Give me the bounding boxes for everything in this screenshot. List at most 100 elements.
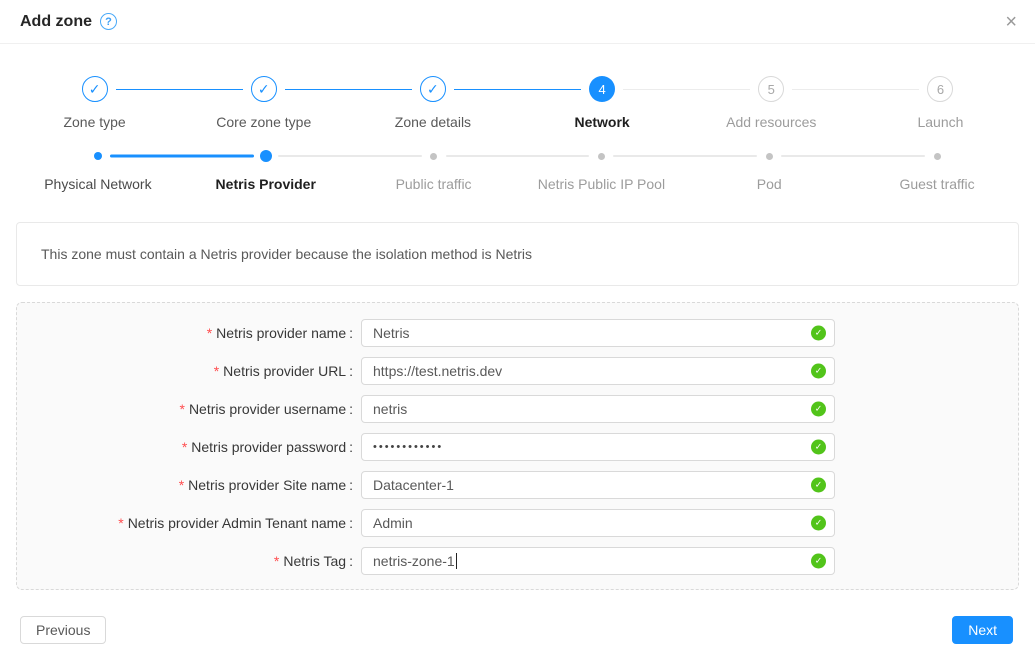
substep-label: Netris Public IP Pool <box>538 174 665 194</box>
wizard-step-core-zone-type: ✓ Core zone type <box>179 76 348 132</box>
form-row-netris-provider-site-name: *Netris provider Site name: Datacenter-1… <box>17 471 1018 499</box>
field-label-text: Netris provider Site name <box>188 477 346 493</box>
page-title: Add zone <box>20 13 92 31</box>
substep-netris-public-ip-pool: Netris Public IP Pool <box>517 150 685 194</box>
substep-label: Guest traffic <box>899 174 974 194</box>
input-value: netris <box>373 401 407 417</box>
zone-form-card: *Netris provider name: Netris ✓ *Netris … <box>16 302 1019 590</box>
netris-provider-name-input[interactable]: Netris ✓ <box>361 319 835 347</box>
field-label: *Netris provider password: <box>17 433 353 461</box>
netris-provider-admin-tenant-name-input[interactable]: Admin ✓ <box>361 509 835 537</box>
field-label: *Netris provider Admin Tenant name: <box>17 509 353 537</box>
input-value: Datacenter-1 <box>373 477 454 493</box>
wizard-step-zone-details: ✓ Zone details <box>348 76 517 132</box>
field-colon: : <box>349 325 353 341</box>
substep-label: Pod <box>757 174 782 194</box>
substep-netris-provider: Netris Provider <box>182 150 350 194</box>
input-value: Admin <box>373 515 413 531</box>
field-label-text: Netris provider Admin Tenant name <box>128 515 346 531</box>
text-caret <box>456 553 457 569</box>
field-colon: : <box>349 515 353 531</box>
validation-success-icon: ✓ <box>811 554 826 569</box>
step-number: 6 <box>927 76 953 102</box>
step-number: 4 <box>589 76 615 102</box>
field-label: *Netris provider Site name: <box>17 471 353 499</box>
step-label: Core zone type <box>216 112 311 132</box>
substep-dot-wrap <box>598 150 605 162</box>
field-label: *Netris provider name: <box>17 319 353 347</box>
input-value-masked: •••••••••••• <box>373 441 443 453</box>
check-glyph: ✓ <box>815 518 823 529</box>
required-marker: * <box>214 363 219 379</box>
wizard-step-zone-type: ✓ Zone type <box>10 76 179 132</box>
input-value: netris-zone-1 <box>373 553 455 569</box>
step-label: Launch <box>917 112 963 132</box>
form-row-netris-provider-username: *Netris provider username: netris ✓ <box>17 395 1018 423</box>
help-icon[interactable]: ? <box>100 13 117 30</box>
close-icon[interactable]: × <box>1005 12 1017 32</box>
field-label-text: Netris provider URL <box>223 363 346 379</box>
netris-provider-password-input[interactable]: •••••••••••• ✓ <box>361 433 835 461</box>
substep-label: Public traffic <box>396 174 472 194</box>
check-glyph: ✓ <box>815 328 823 339</box>
input-value: Netris <box>373 325 410 341</box>
wizard-step-network: 4 Network <box>518 76 687 132</box>
substep-dot <box>766 153 773 160</box>
form-row-netris-provider-admin-tenant-name: *Netris provider Admin Tenant name: Admi… <box>17 509 1018 537</box>
substep-label: Netris Provider <box>216 174 316 194</box>
step-label: Zone details <box>395 112 471 132</box>
notice-text: This zone must contain a Netris provider… <box>41 246 532 262</box>
field-label-text: Netris provider name <box>216 325 346 341</box>
validation-success-icon: ✓ <box>811 402 826 417</box>
substep-pod: Pod <box>685 150 853 194</box>
check-glyph: ✓ <box>89 81 101 98</box>
step-check-icon: ✓ <box>420 76 446 102</box>
field-colon: : <box>349 553 353 569</box>
form-row-netris-provider-name: *Netris provider name: Netris ✓ <box>17 319 1018 347</box>
check-glyph: ✓ <box>815 404 823 415</box>
step-label: Zone type <box>63 112 125 132</box>
validation-success-icon: ✓ <box>811 364 826 379</box>
substep-dot-wrap <box>260 150 272 162</box>
substep-dot <box>430 153 437 160</box>
wizard-step-launch: 6 Launch <box>856 76 1025 132</box>
substep-label: Physical Network <box>44 174 151 194</box>
network-substeps: Physical Network Netris Provider Public … <box>0 150 1035 194</box>
required-marker: * <box>274 553 279 569</box>
substep-guest-traffic: Guest traffic <box>853 150 1021 194</box>
substep-dot <box>94 152 102 160</box>
field-label-text: Netris Tag <box>283 553 346 569</box>
field-label: *Netris Tag: <box>17 547 353 575</box>
substep-physical-network: Physical Network <box>14 150 182 194</box>
substep-dot-wrap <box>94 150 102 162</box>
required-marker: * <box>207 325 212 341</box>
check-glyph: ✓ <box>815 556 823 567</box>
help-icon-glyph: ? <box>105 16 112 28</box>
substep-dot-wrap <box>766 150 773 162</box>
netris-provider-url-input[interactable]: https://test.netris.dev ✓ <box>361 357 835 385</box>
add-zone-modal: Add zone ? × ✓ Zone type ✓ Core zone typ… <box>0 0 1035 644</box>
netris-tag-input[interactable]: netris-zone-1 ✓ <box>361 547 835 575</box>
input-value: https://test.netris.dev <box>373 363 502 379</box>
substep-dot-wrap <box>934 150 941 162</box>
check-glyph: ✓ <box>427 81 439 98</box>
netris-provider-username-input[interactable]: netris ✓ <box>361 395 835 423</box>
wizard-steps: ✓ Zone type ✓ Core zone type ✓ Zone deta… <box>0 76 1035 132</box>
substep-dot <box>260 150 272 162</box>
check-glyph: ✓ <box>815 480 823 491</box>
validation-success-icon: ✓ <box>811 326 826 341</box>
validation-success-icon: ✓ <box>811 478 826 493</box>
check-glyph: ✓ <box>815 366 823 377</box>
validation-success-icon: ✓ <box>811 440 826 455</box>
next-button[interactable]: Next <box>952 616 1013 644</box>
check-glyph: ✓ <box>815 442 823 453</box>
modal-header: Add zone ? × <box>0 0 1035 44</box>
check-glyph: ✓ <box>258 81 270 98</box>
modal-footer: Previous Next <box>20 616 1013 644</box>
form-row-netris-provider-password: *Netris provider password: •••••••••••• … <box>17 433 1018 461</box>
step-label: Add resources <box>726 112 816 132</box>
previous-button[interactable]: Previous <box>20 616 106 644</box>
netris-provider-site-name-input[interactable]: Datacenter-1 ✓ <box>361 471 835 499</box>
close-icon-glyph: × <box>1005 11 1017 33</box>
field-label: *Netris provider username: <box>17 395 353 423</box>
